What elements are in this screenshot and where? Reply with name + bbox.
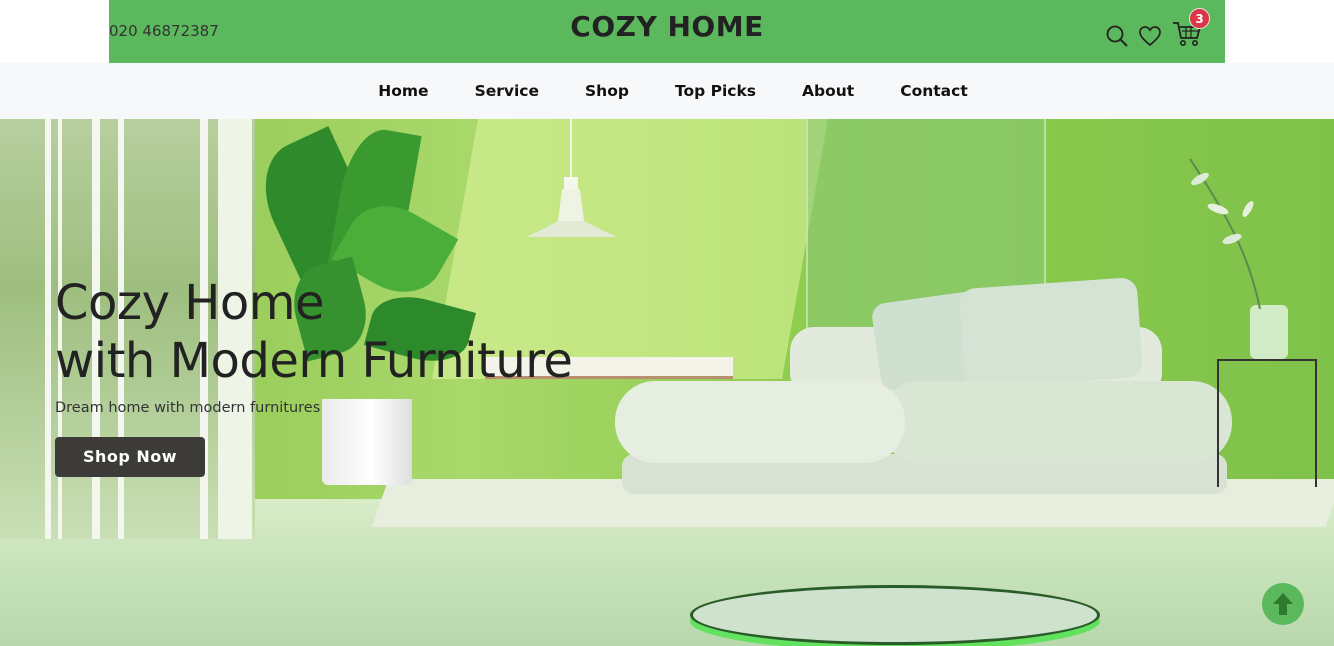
arrow-up-icon [1273,593,1293,615]
nav-item-top-picks[interactable]: Top Picks [675,82,756,100]
hero-title-line1: Cozy Home [55,275,325,331]
hero-title-line2: with Modern Furniture [55,333,573,389]
sofa-seat [880,381,1232,463]
nav-item-shop[interactable]: Shop [585,82,629,100]
cart-count-badge: 3 [1189,8,1210,29]
header-icons: 3 [1095,0,1225,63]
side-table [1217,359,1317,487]
sofa-seat [615,381,905,463]
nav-item-home[interactable]: Home [378,82,428,100]
hero-banner: Cozy Home with Modern Furniture Dream ho… [0,119,1334,646]
heart-icon[interactable] [1138,24,1162,48]
hero-title: Cozy Home with Modern Furniture [55,274,675,390]
sofa-pillow [958,276,1144,390]
shop-now-button[interactable]: Shop Now [55,437,205,477]
scroll-to-top-button[interactable] [1262,583,1304,625]
window-frame [45,119,51,539]
brand-logo[interactable]: COZY HOME [109,10,1225,43]
hero-subtitle: Dream home with modern furnitures [55,400,321,416]
vase [1250,305,1288,359]
lamp-cord [570,119,572,179]
main-navbar: Home Service Shop Top Picks About Contac… [0,63,1334,119]
top-bar: 020 46872387 COZY HOME 3 [109,0,1225,63]
nav-item-service[interactable]: Service [475,82,539,100]
nav-menu: Home Service Shop Top Picks About Contac… [0,63,1334,119]
branch-decor [1189,158,1261,309]
display-platform [690,585,1100,645]
search-icon[interactable] [1105,24,1129,48]
plant-pot [322,399,412,485]
pendant-lamp [528,177,616,237]
nav-item-contact[interactable]: Contact [900,82,968,100]
nav-item-about[interactable]: About [802,82,854,100]
